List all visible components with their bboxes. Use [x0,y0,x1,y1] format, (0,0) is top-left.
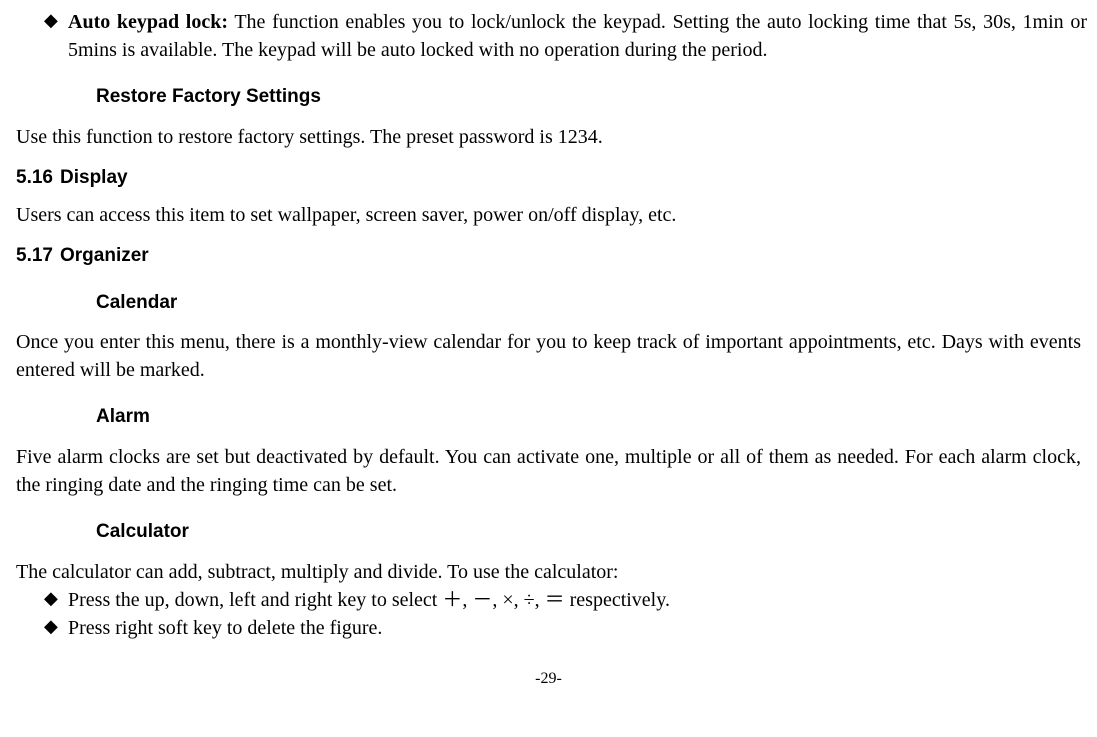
bullet-text: Press right soft key to delete the figur… [68,614,1087,642]
paragraph-display: Users can access this item to set wallpa… [16,201,1081,229]
bullet-calc-keys: ◆ Press the up, down, left and right key… [44,586,1087,614]
section-title: Organizer [60,245,149,266]
diamond-bullet-icon: ◆ [44,586,68,611]
page-number: -29- [10,668,1087,690]
bullet-calc-delete: ◆ Press right soft key to delete the fig… [44,614,1087,642]
heading-calendar: Calendar [96,290,1087,317]
heading-organizer: 5.17Organizer [16,243,1087,270]
diamond-bullet-icon: ◆ [44,8,68,33]
section-number: 5.17 [16,243,60,270]
paragraph-alarm: Five alarm clocks are set but deactivate… [16,443,1081,499]
heading-restore-factory: Restore Factory Settings [96,84,1087,111]
heading-alarm: Alarm [96,404,1087,431]
paragraph-calendar: Once you enter this menu, there is a mon… [16,328,1081,384]
section-number: 5.16 [16,165,60,192]
paragraph-calculator-intro: The calculator can add, subtract, multip… [16,558,1081,586]
paragraph-restore: Use this function to restore factory set… [16,123,1081,151]
bullet-text: Auto keypad lock: The function enables y… [68,8,1087,64]
heading-calculator: Calculator [96,519,1087,546]
bullet-title: Auto keypad lock: [68,11,228,33]
bullet-text: Press the up, down, left and right key t… [68,586,1087,614]
section-title: Display [60,167,128,188]
bullet-auto-keypad-lock: ◆ Auto keypad lock: The function enables… [44,8,1087,64]
heading-display: 5.16Display [16,165,1087,192]
diamond-bullet-icon: ◆ [44,614,68,639]
